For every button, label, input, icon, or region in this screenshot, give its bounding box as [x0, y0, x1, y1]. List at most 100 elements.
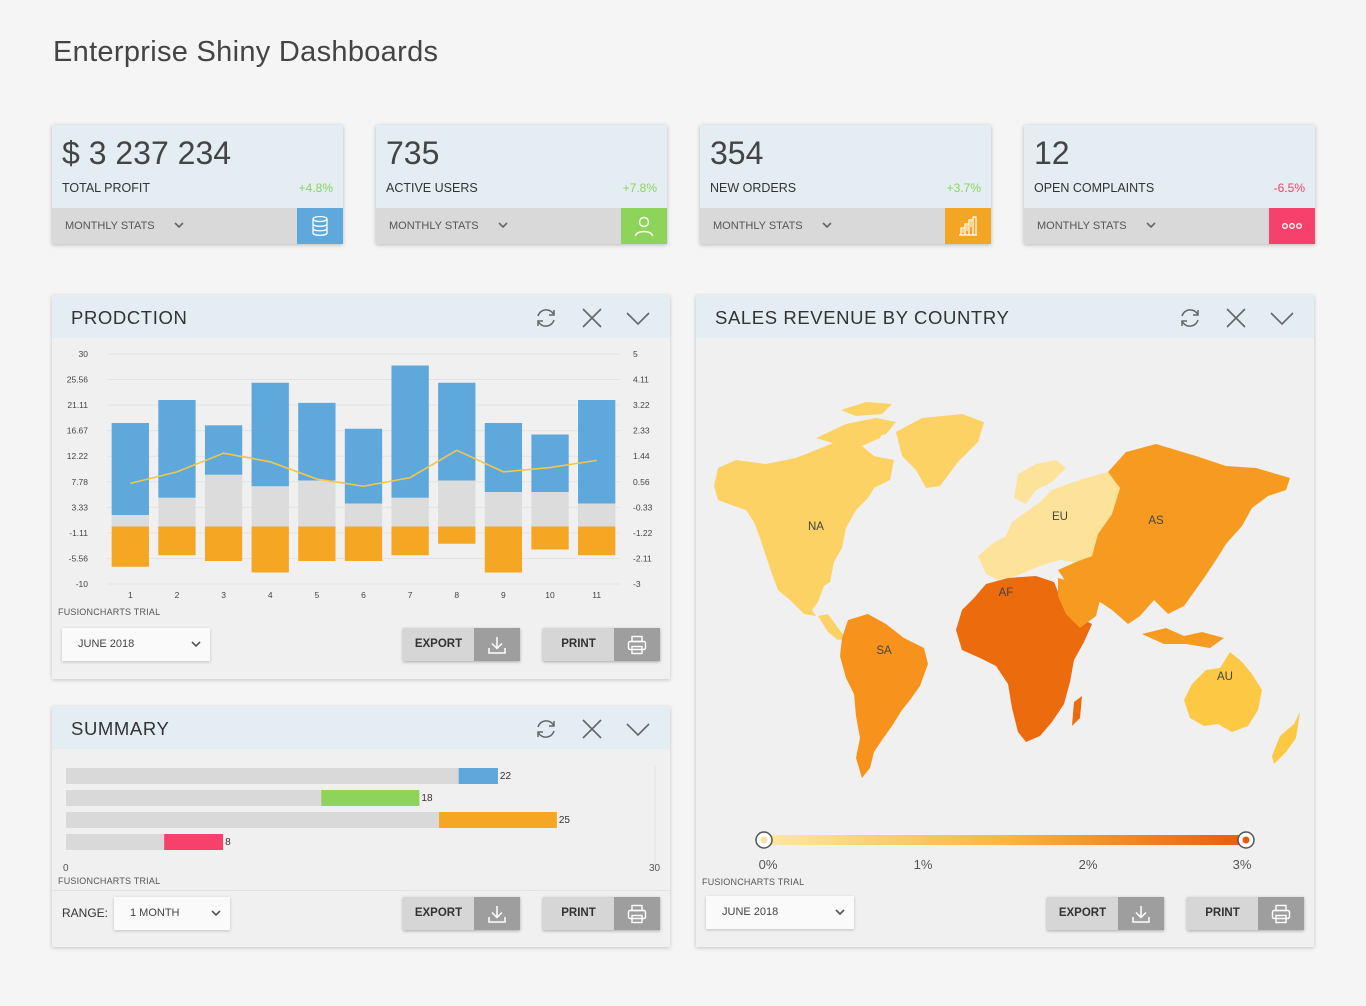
monthly-stats-dropdown[interactable]: MONTHLY STATS	[65, 220, 155, 232]
bar-blue	[344, 428, 383, 504]
export-label: EXPORT	[1058, 907, 1107, 919]
kpi-card-open-complaints: 12 OPEN COMPLAINTS -6.5% MONTHLY STATS	[1024, 125, 1315, 244]
print-button[interactable]: PRINT	[543, 897, 660, 930]
y-tick-label: 21.11	[67, 400, 88, 410]
y2-tick-label: 4.11	[633, 375, 649, 385]
bar-blue	[484, 423, 523, 492]
close-icon[interactable]	[579, 716, 605, 742]
refresh-icon[interactable]	[533, 716, 559, 742]
chevron-down-icon[interactable]	[172, 218, 186, 232]
chevron-down-icon[interactable]	[496, 218, 510, 232]
x-tick-label: 4	[268, 590, 273, 600]
close-icon[interactable]	[579, 305, 605, 331]
summary-bar	[321, 790, 420, 806]
print-button[interactable]: PRINT	[1187, 897, 1304, 930]
monthly-stats-dropdown[interactable]: MONTHLY STATS	[713, 220, 803, 232]
kpi-value: $ 3 237 234	[62, 135, 232, 171]
y-tick-label: 7.78	[71, 477, 88, 487]
kpi-card-new-orders: 354 NEW ORDERS +3.7% MONTHLY STATS	[700, 125, 991, 244]
refresh-icon[interactable]	[533, 305, 559, 331]
bar-orange	[251, 526, 289, 573]
kpi-footer: MONTHLY STATS	[1024, 208, 1315, 244]
bar-blue	[438, 382, 476, 481]
summary-bar	[439, 812, 557, 828]
download-icon	[474, 897, 520, 930]
bar-gray	[298, 480, 336, 527]
region-au[interactable]	[1184, 652, 1262, 732]
summary-bar-track	[66, 834, 165, 850]
y-tick-label: 16.67	[67, 426, 89, 436]
month-select[interactable]: JUNE 2018	[706, 896, 854, 929]
fusioncharts-trial: FUSIONCHARTS TRIAL	[702, 877, 805, 887]
database-icon	[297, 208, 343, 244]
y2-tick-label: -3	[633, 579, 641, 589]
month-select[interactable]: JUNE 2018	[62, 628, 210, 661]
y-tick-label: -5.56	[69, 553, 89, 563]
legend-max-handle-dot	[1242, 836, 1250, 844]
kpi-label: ACTIVE USERS	[386, 181, 478, 195]
chevron-down-icon[interactable]	[1144, 218, 1158, 232]
range-select[interactable]: 1 MONTH	[114, 897, 230, 930]
y-tick-label: -1.11	[69, 528, 88, 538]
region-label-sa: SA	[876, 645, 892, 657]
bar-gray	[111, 515, 149, 527]
summary-bar-value: 18	[421, 793, 433, 804]
summary-bar	[164, 834, 224, 850]
x-tick-label: 3	[221, 590, 226, 600]
panel-header: SALES REVENUE BY COUNTRY	[696, 295, 1314, 338]
map-legend: 0% 1% 2% 3%	[755, 831, 1255, 872]
bar-blue	[158, 400, 196, 498]
print-button[interactable]: PRINT	[543, 628, 660, 661]
bar-orange	[111, 526, 149, 567]
bar-gray	[204, 474, 243, 527]
kpi-footer: MONTHLY STATS	[52, 208, 343, 244]
export-button[interactable]: EXPORT	[1047, 897, 1164, 930]
month-select-value: JUNE 2018	[722, 906, 779, 918]
panel-title: PRODCTION	[71, 307, 188, 328]
region-greenland	[896, 414, 984, 488]
y2-tick-label: 2.33	[633, 426, 650, 436]
export-label: EXPORT	[414, 638, 463, 650]
kpi-value: 735	[386, 135, 440, 171]
chevron-down-icon[interactable]	[820, 218, 834, 232]
close-icon[interactable]	[1223, 305, 1249, 331]
monthly-stats-dropdown[interactable]: MONTHLY STATS	[389, 220, 479, 232]
chevron-down-icon[interactable]	[625, 716, 651, 742]
region-label-eu: EU	[1052, 511, 1068, 523]
kpi-footer: MONTHLY STATS	[376, 208, 667, 244]
panel-title: SALES REVENUE BY COUNTRY	[715, 307, 1010, 328]
kpi-delta: +7.8%	[622, 181, 657, 195]
summary-bar-track	[66, 812, 440, 828]
summary-footer	[52, 890, 670, 891]
y-tick-label: 30	[79, 349, 89, 359]
summary-bar-value: 8	[225, 837, 231, 848]
printer-icon	[614, 628, 660, 661]
summary-bar-value: 25	[559, 815, 571, 826]
summary-axis-max: 30	[649, 863, 661, 874]
x-tick-label: 5	[314, 590, 319, 600]
x-tick-label: 8	[454, 590, 459, 600]
bar-orange	[438, 526, 476, 544]
region-na-arctic	[816, 402, 896, 444]
summary-panel: SUMMARY 22 18 25 8 0 30 FUSIONCHARTS TRIAL …	[52, 706, 670, 947]
region-sa[interactable]	[840, 614, 928, 778]
month-select-value: JUNE 2018	[78, 638, 135, 650]
chevron-down-icon[interactable]	[625, 305, 651, 331]
y2-tick-label: -0.33	[633, 502, 653, 512]
export-button[interactable]: EXPORT	[403, 897, 520, 930]
kpi-value: 354	[710, 135, 764, 171]
chevron-down-icon[interactable]	[1269, 305, 1295, 331]
y2-tick-label: 3.22	[633, 400, 650, 410]
y-tick-label: 12.22	[67, 451, 89, 461]
monthly-stats-dropdown[interactable]: MONTHLY STATS	[1037, 220, 1127, 232]
kpi-label: TOTAL PROFIT	[62, 181, 150, 195]
export-button[interactable]: EXPORT	[403, 628, 520, 661]
ellipsis-icon	[1269, 208, 1315, 244]
legend-tick: 3%	[1233, 857, 1252, 872]
refresh-icon[interactable]	[1177, 305, 1203, 331]
y2-tick-label: -1.22	[633, 528, 653, 538]
region-label-au: AU	[1217, 671, 1233, 683]
kpi-delta: +4.8%	[298, 181, 333, 195]
region-na[interactable]	[714, 426, 894, 616]
region-madagascar	[1072, 696, 1082, 726]
